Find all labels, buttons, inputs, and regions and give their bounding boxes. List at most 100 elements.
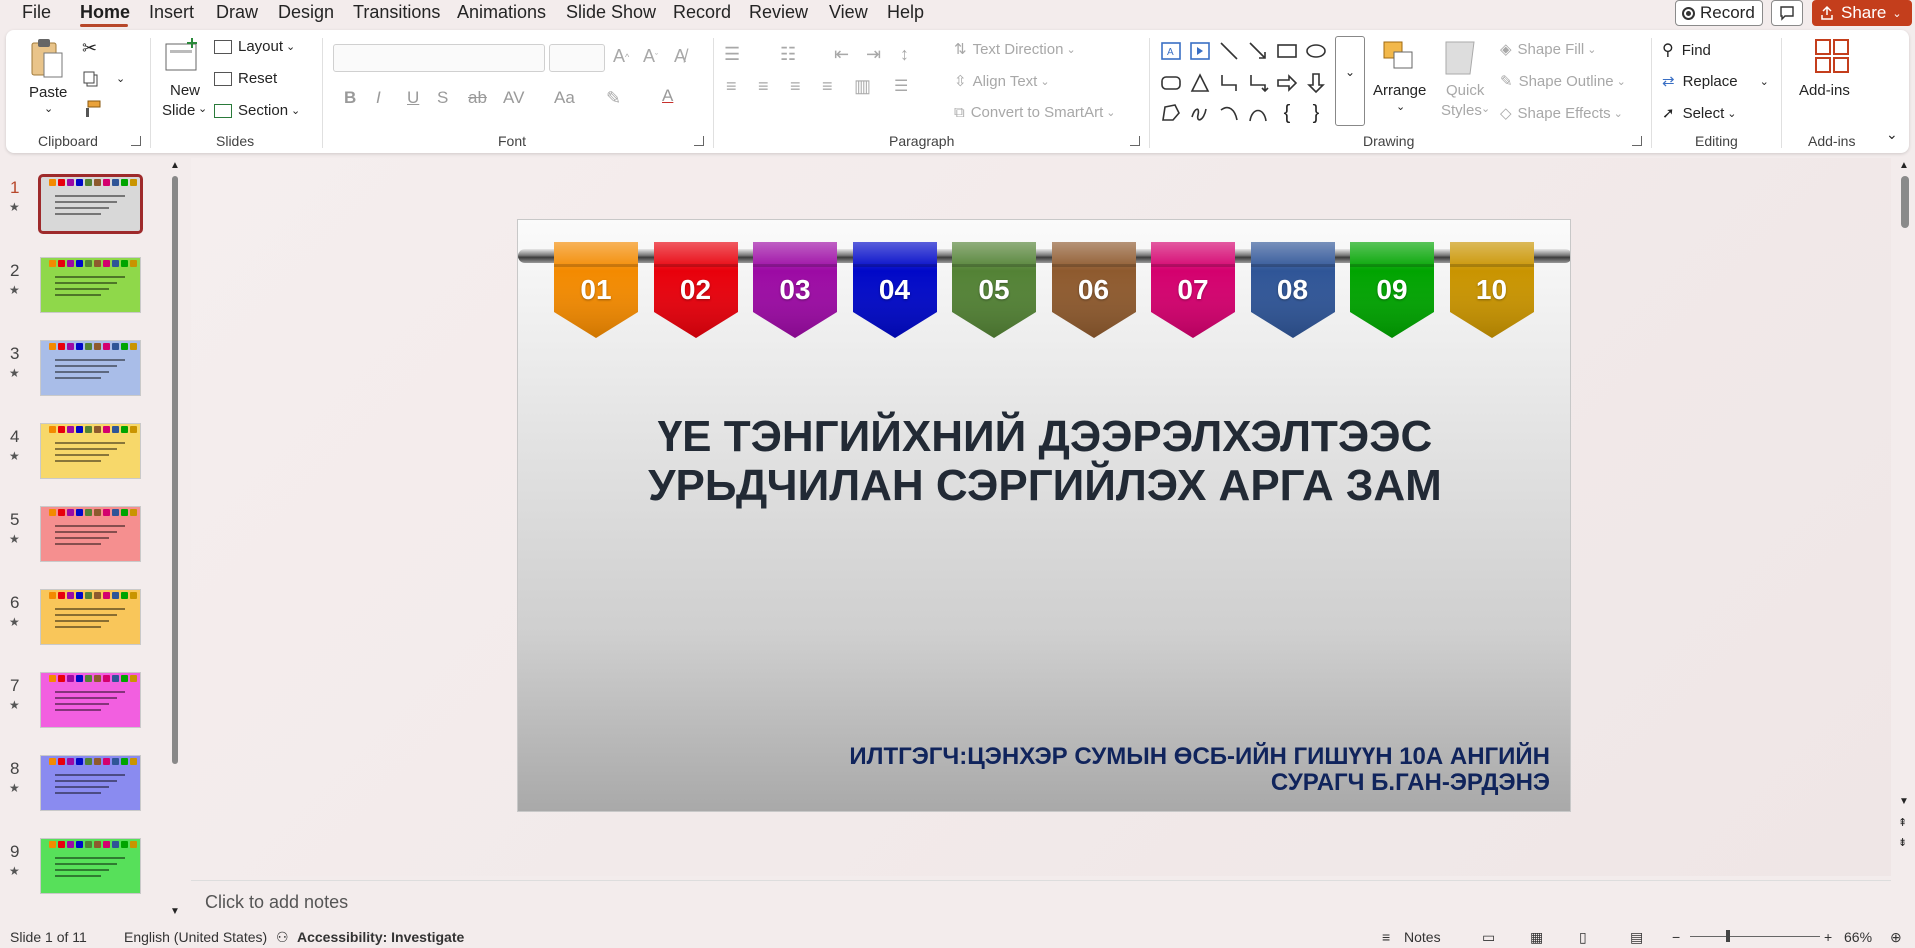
oval-shape-icon[interactable] xyxy=(1305,40,1327,62)
vertical-textbox-shape-icon[interactable] xyxy=(1189,40,1211,62)
format-painter-icon[interactable] xyxy=(82,100,102,118)
arc-shape-icon[interactable] xyxy=(1218,102,1240,124)
down-arrow-shape-icon[interactable] xyxy=(1305,72,1327,94)
clipboard-launcher-icon[interactable] xyxy=(131,136,141,146)
bold-button[interactable]: B xyxy=(344,88,356,108)
zoom-slider[interactable] xyxy=(1690,930,1820,942)
decrease-font-icon[interactable]: Aˇ xyxy=(643,46,658,67)
share-chevron-icon[interactable]: ⌄ xyxy=(1892,7,1901,20)
tab-help[interactable]: Help xyxy=(887,2,924,23)
canvas-scroll-thumb[interactable] xyxy=(1901,176,1909,228)
thumbnails-scroll-thumb[interactable] xyxy=(172,176,178,764)
tab-review[interactable]: Review xyxy=(749,2,808,23)
scroll-up-icon[interactable]: ▲ xyxy=(1899,160,1909,171)
slide-thumbnail[interactable] xyxy=(40,423,141,479)
slideshow-view-icon[interactable]: ▤ xyxy=(1630,929,1643,946)
align-left-icon[interactable]: ≡ xyxy=(726,76,737,97)
increase-font-icon[interactable]: A ^ xyxy=(613,46,629,67)
font-size-combo[interactable] xyxy=(549,44,605,72)
fit-to-window-icon[interactable]: ⊕ xyxy=(1890,929,1902,946)
normal-view-icon[interactable]: ▭ xyxy=(1482,929,1495,946)
new-slide-label-1[interactable]: New xyxy=(170,82,200,99)
next-slide-icon[interactable]: ⇟ xyxy=(1898,836,1907,849)
curve-shape-icon[interactable] xyxy=(1247,102,1269,124)
tab-insert[interactable]: Insert xyxy=(149,2,194,23)
tab-home[interactable]: Home xyxy=(80,2,130,23)
elbow-arrow-shape-icon[interactable] xyxy=(1247,72,1269,94)
font-name-combo[interactable] xyxy=(333,44,545,72)
reset-button[interactable]: Reset xyxy=(214,70,277,87)
quick-styles-label-2[interactable]: Styles xyxy=(1441,102,1482,119)
font-launcher-icon[interactable] xyxy=(694,136,704,146)
slide-thumbnail[interactable] xyxy=(40,506,141,562)
italic-button[interactable]: I xyxy=(376,88,381,108)
new-slide-icon[interactable] xyxy=(162,38,200,74)
canvas-scrollbar[interactable]: ▲ ▼ ⇞ ⇟ xyxy=(1898,160,1912,860)
scroll-down-icon[interactable]: ▼ xyxy=(170,906,180,917)
section-button[interactable]: Section ⌄ xyxy=(214,102,300,119)
replace-button[interactable]: ⇄ Replace ⌄ xyxy=(1662,72,1769,91)
shapes-more-button[interactable]: ⌄ xyxy=(1335,36,1365,126)
slide-sorter-icon[interactable]: ▦ xyxy=(1530,929,1543,946)
zoom-slider-thumb[interactable] xyxy=(1726,930,1730,942)
distribute-icon[interactable]: ☰ xyxy=(894,76,908,96)
accessibility-status[interactable]: Accessibility: Investigate xyxy=(297,929,464,945)
paste-button[interactable] xyxy=(28,38,68,78)
triangle-shape-icon[interactable] xyxy=(1189,72,1211,94)
notes-button[interactable]: Notes xyxy=(1404,929,1441,945)
character-spacing-button[interactable]: AV xyxy=(503,88,524,108)
zoom-level[interactable]: 66% xyxy=(1844,929,1872,945)
select-button[interactable]: ➚ Select ⌄ xyxy=(1662,104,1737,123)
highlight-icon[interactable]: ✎ xyxy=(606,88,621,109)
rounded-rect-shape-icon[interactable] xyxy=(1160,72,1182,94)
paste-chevron-icon[interactable]: ⌄ xyxy=(44,102,53,115)
decrease-indent-icon[interactable]: ⇤ xyxy=(834,44,849,65)
strikethrough-button[interactable]: ab xyxy=(468,88,487,108)
quick-styles-chevron-icon[interactable]: ⌄ xyxy=(1481,102,1490,115)
increase-indent-icon[interactable]: ⇥ xyxy=(866,44,881,65)
shape-effects-button[interactable]: ◇ Shape Effects ⌄ xyxy=(1500,104,1623,123)
arrange-chevron-icon[interactable]: ⌄ xyxy=(1396,100,1405,113)
underline-button[interactable]: U xyxy=(407,88,419,108)
comments-button[interactable] xyxy=(1771,0,1803,26)
slide-counter[interactable]: Slide 1 of 11 xyxy=(10,929,87,945)
slide-thumbnail[interactable] xyxy=(40,340,141,396)
notes-pane[interactable]: Click to add notes xyxy=(191,880,1891,923)
tab-view[interactable]: View xyxy=(829,2,868,23)
align-right-icon[interactable]: ≡ xyxy=(790,76,801,97)
quick-styles-icon[interactable] xyxy=(1440,38,1480,78)
scribble-shape-icon[interactable] xyxy=(1189,102,1211,124)
change-case-button[interactable]: Aa xyxy=(554,88,575,108)
slide-canvas[interactable]: 01 02 03 04 05 06 07 08 09 10 ҮЕ ТЭНГИЙХНИЙ ДЭЭРЭ… xyxy=(517,219,1571,812)
quick-styles-label-1[interactable]: Quick xyxy=(1446,82,1484,99)
align-text-button[interactable]: ⇳ Align Text ⌄ xyxy=(954,72,1050,91)
right-arrow-shape-icon[interactable] xyxy=(1276,72,1298,94)
align-center-icon[interactable]: ≡ xyxy=(758,76,769,97)
cut-icon[interactable]: ✂ xyxy=(82,38,97,59)
reading-view-icon[interactable]: ▯ xyxy=(1579,929,1587,946)
numbering-icon[interactable]: ☷ xyxy=(780,44,796,65)
line-spacing-icon[interactable]: ↕ xyxy=(900,44,909,65)
tab-transitions[interactable]: Transitions xyxy=(353,2,440,23)
justify-icon[interactable]: ≡ xyxy=(822,76,833,97)
zoom-out-icon[interactable]: − xyxy=(1672,929,1680,945)
tab-animations[interactable]: Animations xyxy=(457,2,546,23)
slide-thumbnail[interactable] xyxy=(40,838,141,894)
text-direction-button[interactable]: ⇅ Text Direction ⌄ xyxy=(954,40,1076,59)
collapse-ribbon-chevron-icon[interactable]: ⌄ xyxy=(1886,126,1898,143)
slide-thumbnail[interactable] xyxy=(38,174,143,234)
shape-outline-button[interactable]: ✎ Shape Outline ⌄ xyxy=(1500,72,1626,91)
layout-button[interactable]: Layout ⌄ xyxy=(214,38,295,55)
slide-thumbnail[interactable] xyxy=(40,589,141,645)
scroll-down-icon[interactable]: ▼ xyxy=(1899,796,1909,807)
slide-thumbnail[interactable] xyxy=(40,755,141,811)
right-brace-shape-icon[interactable]: } xyxy=(1305,102,1327,124)
textbox-shape-icon[interactable]: A xyxy=(1160,40,1182,62)
add-ins-icon[interactable] xyxy=(1814,38,1850,74)
copy-icon[interactable] xyxy=(82,70,100,88)
find-button[interactable]: ⚲ Find xyxy=(1662,40,1711,60)
drawing-launcher-icon[interactable] xyxy=(1632,136,1642,146)
tab-slide-show[interactable]: Slide Show xyxy=(566,2,656,23)
record-button[interactable]: Record xyxy=(1675,0,1763,26)
convert-smartart-button[interactable]: ⧉ Convert to SmartArt ⌄ xyxy=(954,104,1115,121)
